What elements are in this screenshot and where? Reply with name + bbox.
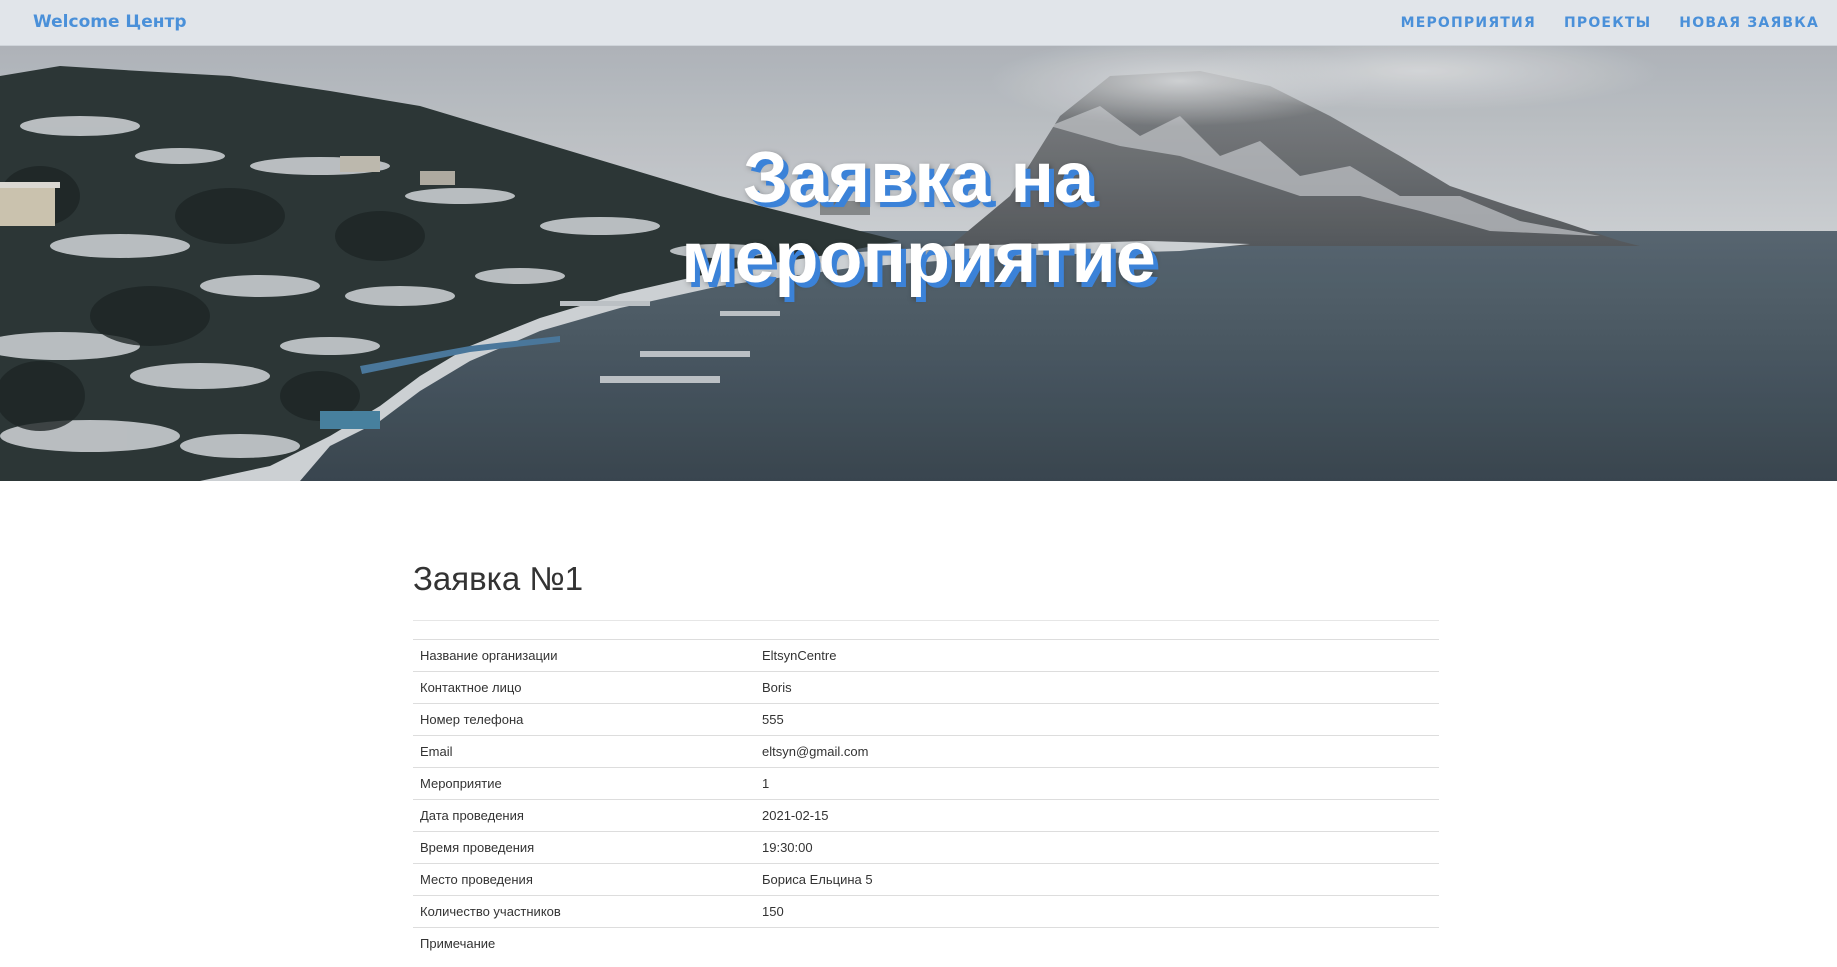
hero-title-line-2: мероприятие	[681, 218, 1156, 298]
field-label: Место проведения	[413, 863, 755, 896]
field-label: Время проведения	[413, 831, 755, 864]
request-details-section: Заявка №1 Название организации EltsynCent…	[413, 560, 1439, 960]
field-value: 1	[755, 767, 1439, 800]
table-row: Контактное лицо Boris	[413, 671, 1439, 704]
nav-links: МЕРОПРИЯТИЯ ПРОЕКТЫ НОВАЯ ЗАЯВКА	[1401, 15, 1819, 31]
table-row: Номер телефона 555	[413, 703, 1439, 736]
table-row: Мероприятие 1	[413, 767, 1439, 800]
field-value: 555	[755, 703, 1439, 736]
table-row: Примечание	[413, 927, 1439, 960]
field-value: EltsynCentre	[755, 639, 1439, 672]
field-value: Boris	[755, 671, 1439, 704]
table-row: Время проведения 19:30:00	[413, 831, 1439, 864]
table-row: Название организации EltsynCentre	[413, 639, 1439, 672]
field-value: 150	[755, 895, 1439, 928]
field-label: Примечание	[413, 927, 755, 960]
title-divider	[413, 620, 1439, 621]
table-row: Количество участников 150	[413, 895, 1439, 928]
field-label: Количество участников	[413, 895, 755, 928]
field-value: eltsyn@gmail.com	[755, 735, 1439, 768]
field-label: Номер телефона	[413, 703, 755, 736]
field-label: Мероприятие	[413, 767, 755, 800]
nav-link-events[interactable]: МЕРОПРИЯТИЯ	[1401, 15, 1536, 31]
brand-link[interactable]: Welcome Центр	[33, 12, 187, 32]
nav-link-new-request[interactable]: НОВАЯ ЗАЯВКА	[1679, 15, 1819, 31]
hero-title: Заявка на мероприятие	[0, 138, 1837, 298]
hero-title-line-1: Заявка на	[742, 138, 1095, 218]
top-navbar: Welcome Центр МЕРОПРИЯТИЯ ПРОЕКТЫ НОВАЯ …	[0, 0, 1837, 46]
request-details-table: Название организации EltsynCentre Контактн…	[413, 639, 1439, 960]
nav-link-projects[interactable]: ПРОЕКТЫ	[1564, 15, 1651, 31]
field-label: Название организации	[413, 639, 755, 672]
field-label: Контактное лицо	[413, 671, 755, 704]
table-row: Email eltsyn@gmail.com	[413, 735, 1439, 768]
request-title: Заявка №1	[413, 560, 584, 597]
hero-banner: Заявка на мероприятие	[0, 46, 1837, 481]
field-value: Бориса Ельцина 5	[755, 863, 1439, 896]
table-row: Место проведения Бориса Ельцина 5	[413, 863, 1439, 896]
field-value	[755, 927, 1439, 960]
field-value: 2021-02-15	[755, 799, 1439, 832]
field-value: 19:30:00	[755, 831, 1439, 864]
table-row: Дата проведения 2021-02-15	[413, 799, 1439, 832]
field-label: Email	[413, 735, 755, 768]
field-label: Дата проведения	[413, 799, 755, 832]
